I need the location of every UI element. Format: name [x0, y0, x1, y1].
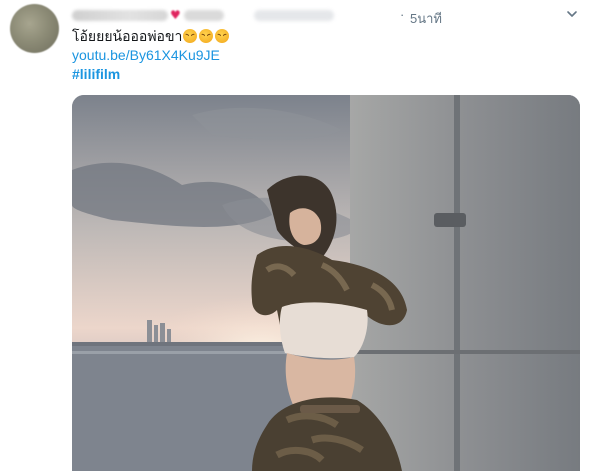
persevere-face-icon [183, 29, 198, 43]
heart-emoji-icon: ♥ [170, 8, 181, 22]
blurred-display-name-suffix [184, 10, 224, 21]
tweet-timestamp[interactable]: 5นาที [410, 8, 442, 29]
emoji-group [183, 29, 230, 43]
blurred-username[interactable] [254, 10, 334, 21]
persevere-face-icon [199, 29, 214, 43]
video-frame-illustration [72, 95, 580, 471]
tweet-text-body: โอ้ยยยน้อออพ่อขา [72, 28, 183, 44]
tweet-link[interactable]: youtu.be/By61X4Ku9JE [72, 47, 220, 63]
chevron-down-icon[interactable] [565, 7, 579, 21]
separator-dot: · [400, 7, 405, 22]
tweet-header: ♥ · 5นาที [72, 6, 577, 26]
avatar[interactable] [10, 4, 59, 53]
tweet-text: โอ้ยยยน้อออพ่อขา [72, 27, 230, 46]
persevere-face-icon [215, 29, 230, 43]
tweet-card: ♥ · 5นาที โอ้ยยยน้อออพ่อขา youtu.be/By61… [0, 0, 591, 471]
blurred-display-name[interactable] [72, 10, 168, 21]
hashtag-link[interactable]: #lilifilm [72, 66, 120, 82]
video-thumbnail[interactable] [72, 95, 580, 471]
